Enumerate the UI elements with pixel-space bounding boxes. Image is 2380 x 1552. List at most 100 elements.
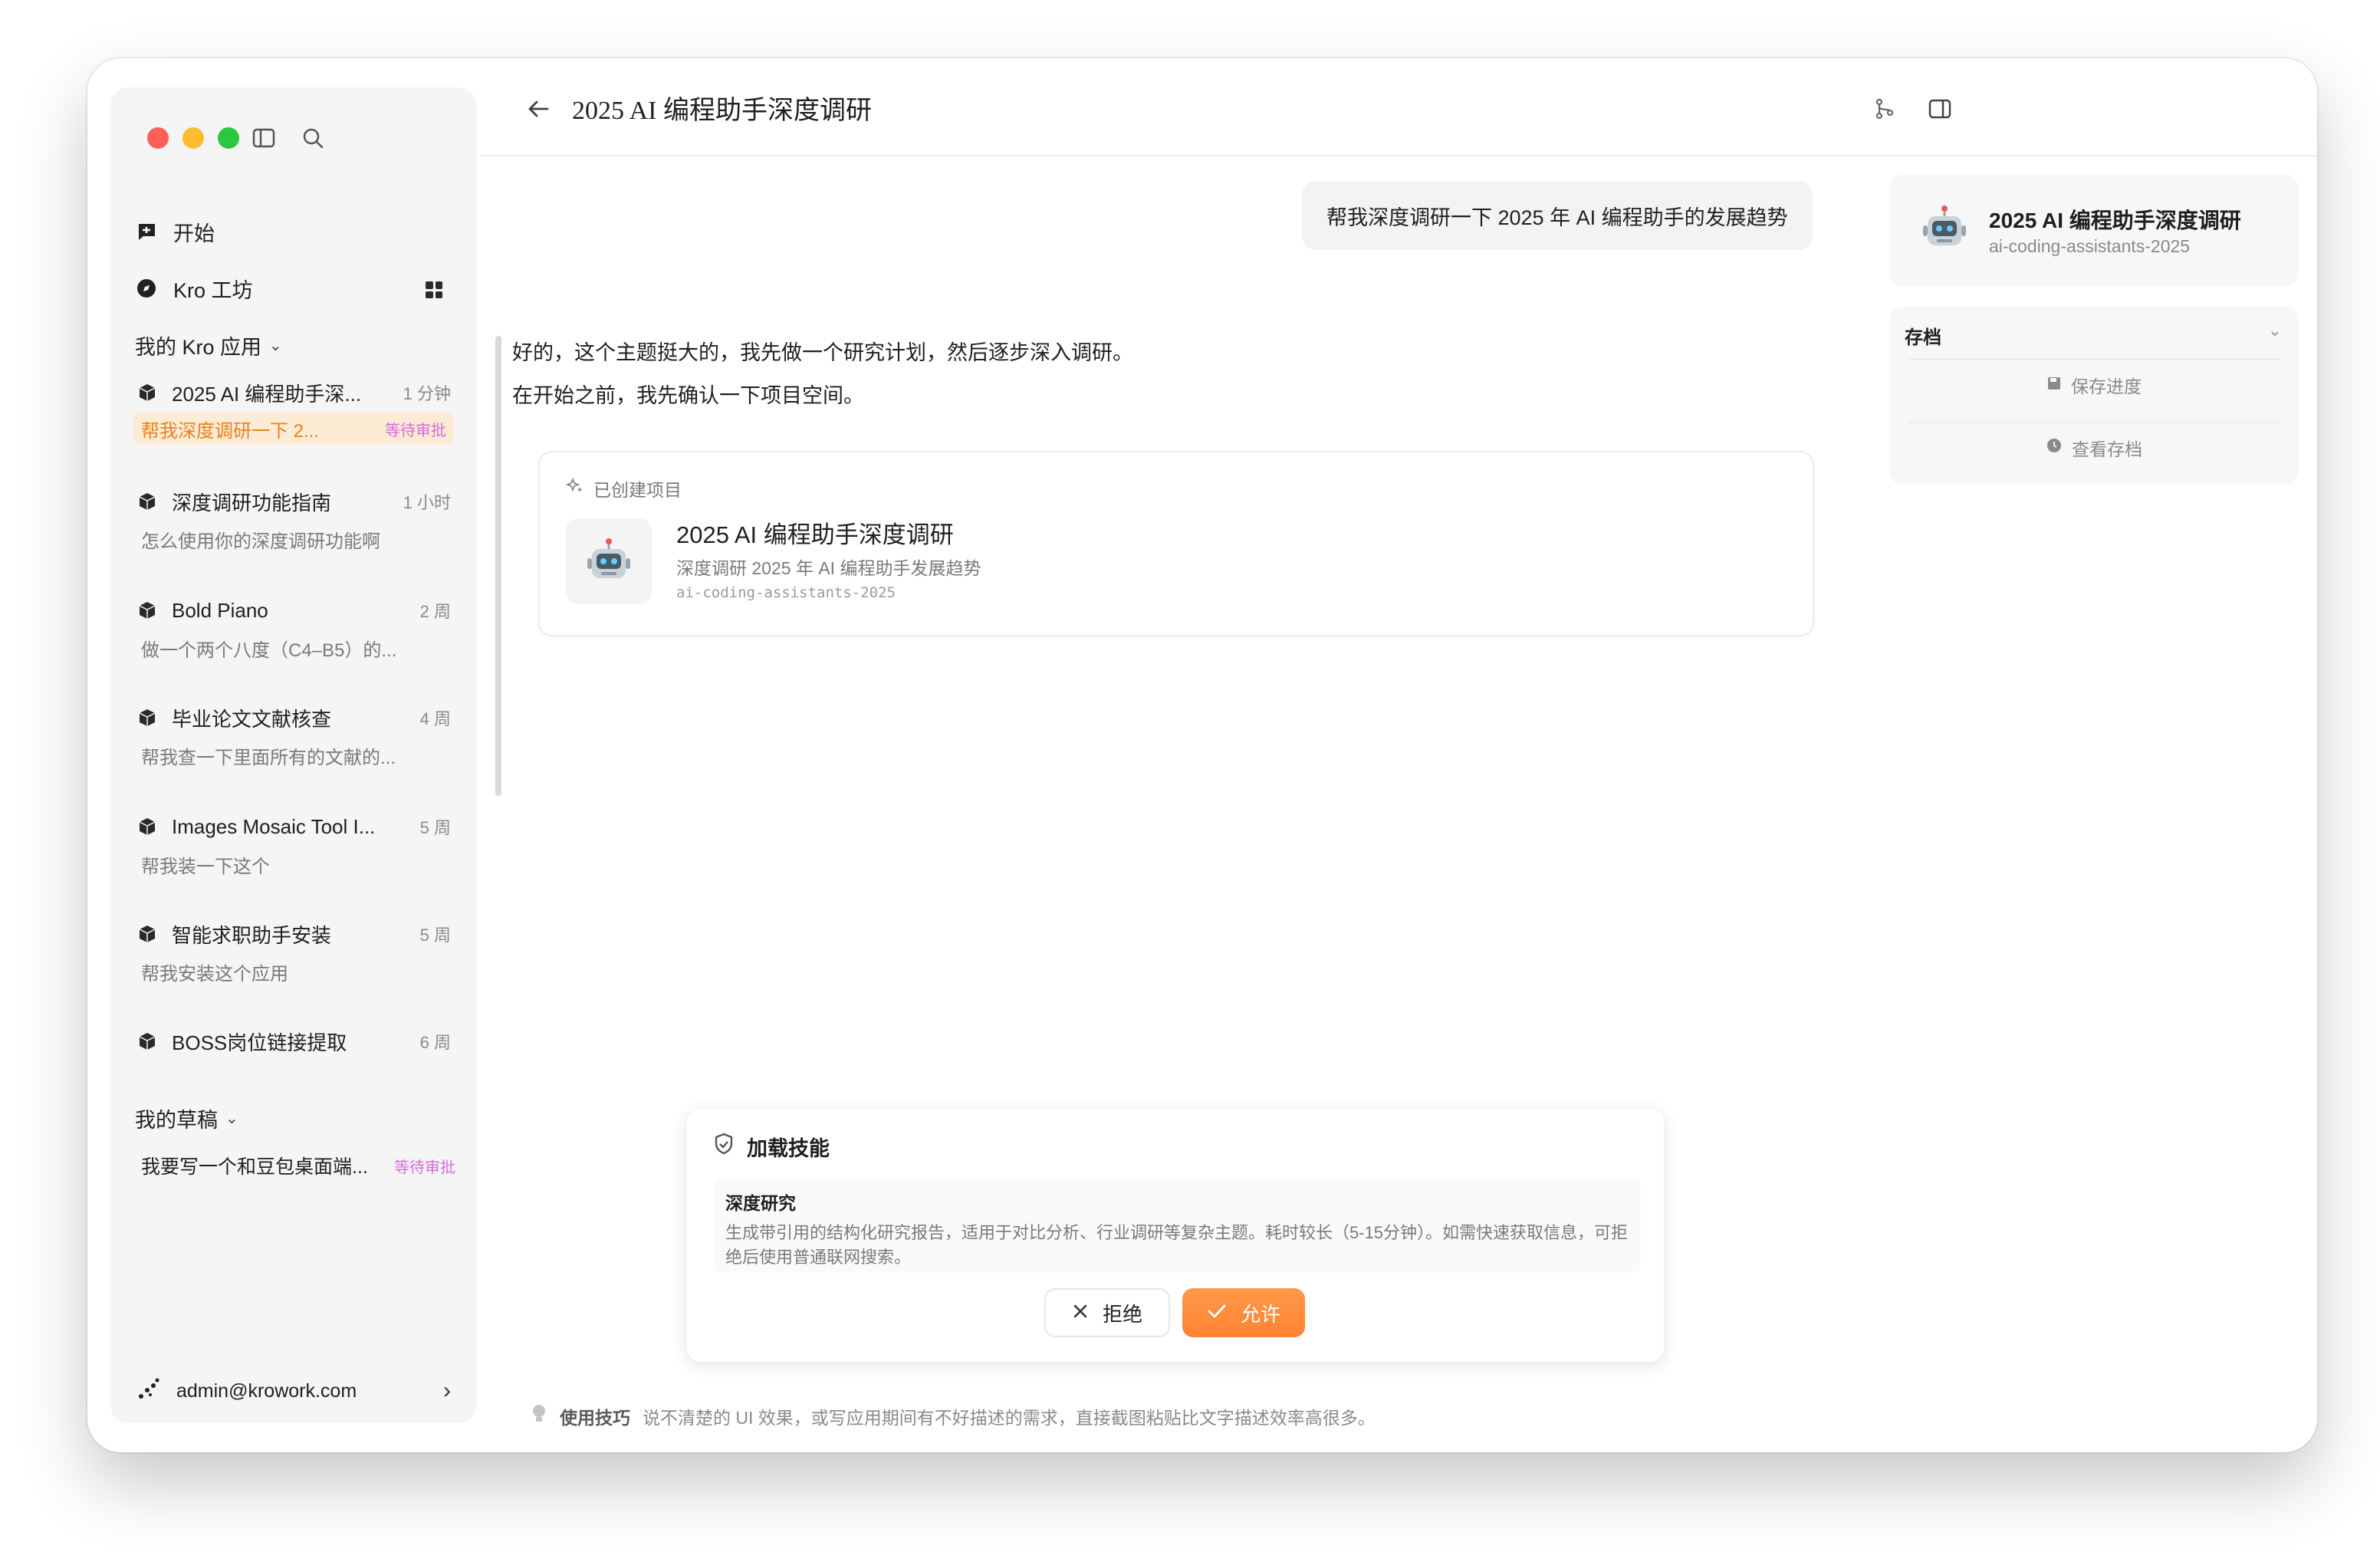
app-title: 深度调研功能指南 (172, 491, 332, 515)
app-subtitle: 怎么使用你的深度调研功能啊 (141, 531, 380, 552)
save-progress-label: 保存进度 (2071, 376, 2142, 396)
user-avatar-icon (136, 1376, 161, 1406)
minimize-window-button[interactable] (182, 127, 204, 149)
app-subtitle: 帮我查一下里面所有的文献的... (141, 748, 396, 768)
chevron-down-icon: ⌄ (225, 1110, 238, 1127)
cube-icon (136, 816, 158, 837)
nav-workshop[interactable]: Kro 工坊 (135, 270, 253, 307)
skill-description-box: 深度研究 生成带引用的结构化研究报告，适用于对比分析、行业调研等复杂主题。耗时较… (713, 1178, 1641, 1273)
app-title: BOSS岗位链接提取 (172, 1031, 347, 1054)
search-icon[interactable] (298, 123, 328, 153)
allow-button[interactable]: 允许 (1182, 1288, 1305, 1337)
project-card[interactable]: 已创建项目 2025 AI 编程助手深度调研 深度调研 2025 年 AI 编程… (538, 451, 1814, 636)
maximize-window-button[interactable] (218, 127, 239, 149)
app-time: 1 分钟 (403, 384, 451, 403)
skill-description: 生成带引用的结构化研究报告，适用于对比分析、行业调研等复杂主题。耗时较长（5-1… (725, 1223, 1629, 1267)
list-item[interactable]: 毕业论文文献核查 4 周 帮我查一下里面所有的文献的... (123, 701, 465, 785)
list-item[interactable]: 智能求职助手安装 5 周 帮我安装这个应用 (123, 917, 465, 1001)
back-arrow-icon[interactable] (523, 94, 554, 124)
app-subtitle: 帮我安装这个应用 (141, 964, 288, 985)
compass-icon (135, 277, 158, 300)
project-card-label: 已创建项目 (565, 475, 682, 501)
sidebar-toggle-icon[interactable] (248, 123, 279, 153)
allow-label: 允许 (1240, 1302, 1280, 1326)
list-item[interactable]: 深度调研功能指南 1 小时 怎么使用你的深度调研功能啊 (123, 485, 465, 569)
list-item[interactable]: 2025 AI 编程助手深... 1 分钟 帮我深度调研一下 2... 等待审批 (123, 376, 465, 460)
usage-tip: 使用技巧 说不清楚的 UI 效果，或写应用期间有不好描述的需求，直接截图粘贴比文… (531, 1403, 1376, 1429)
nav-start[interactable]: 开始 (135, 213, 215, 250)
sidebar-scrollbar[interactable] (495, 336, 501, 796)
project-slug: ai-coding-assistants-2025 (676, 584, 896, 601)
chevron-right-icon: › (443, 1378, 451, 1403)
app-subtitle-active: 帮我深度调研一下 2... 等待审批 (133, 413, 454, 445)
app-title: 毕业论文文献核查 (172, 707, 332, 731)
history-icon (2046, 437, 2063, 459)
app-time: 6 周 (419, 1033, 451, 1052)
cube-icon (136, 1031, 158, 1052)
user-account[interactable]: admin@krowork.com › (136, 1373, 451, 1409)
archive-title: 存档 (1905, 327, 1941, 348)
list-item[interactable]: BOSS岗位链接提取 6 周 (123, 1024, 465, 1063)
cube-icon (136, 923, 158, 945)
branch-icon[interactable] (1869, 94, 1900, 124)
skill-dialog-header: 加载技能 (713, 1132, 830, 1162)
project-label-text: 已创建项目 (593, 480, 682, 500)
load-skill-dialog: 加载技能 深度研究 生成带引用的结构化研究报告，适用于对比分析、行业调研等复杂主… (687, 1109, 1664, 1362)
app-window: 开始 Kro 工坊 我的 Kro 应用 ⌄ 2025 AI 编程助手深... 1… (87, 58, 2317, 1452)
skill-name: 深度研究 (725, 1193, 796, 1213)
grid-view-icon[interactable] (423, 279, 445, 301)
cube-icon (136, 600, 158, 621)
view-archive-label: 查看存档 (2072, 439, 2142, 459)
status-badge: 等待审批 (385, 422, 446, 439)
nav-workshop-label: Kro 工坊 (173, 278, 253, 302)
tip-text: 说不清楚的 UI 效果，或写应用期间有不好描述的需求，直接截图粘贴比文字描述效率… (643, 1408, 1376, 1428)
panel-toggle-icon[interactable] (1925, 94, 1955, 124)
status-badge: 等待审批 (394, 1159, 455, 1176)
robot-icon (566, 518, 652, 604)
chat-bubble-icon (135, 220, 158, 243)
tip-label: 使用技巧 (560, 1408, 630, 1428)
app-subtitle: 帮我装一下这个 (141, 857, 270, 877)
header: 2025 AI 编程助手深度调研 (480, 58, 2317, 156)
assistant-message-line: 好的，这个主题挺大的，我先做一个研究计划，然后逐步深入调研。 (512, 341, 1133, 364)
app-title: Bold Piano (172, 598, 268, 622)
app-title: 2025 AI 编程助手深... (172, 382, 362, 406)
user-message: 帮我深度调研一下 2025 年 AI 编程助手的发展趋势 (1302, 181, 1813, 250)
drafts-section-header[interactable]: 我的草稿 ⌄ (135, 1101, 238, 1135)
app-time: 2 周 (419, 602, 451, 621)
list-item[interactable]: Images Mosaic Tool I... 5 周 帮我装一下这个 (123, 810, 465, 894)
reject-label: 拒绝 (1102, 1302, 1142, 1326)
app-time: 5 周 (419, 818, 451, 837)
apps-section-title: 我的 Kro 应用 (135, 335, 262, 359)
draft-text: 我要写一个和豆包桌面端... (141, 1156, 368, 1178)
cube-icon (136, 491, 158, 512)
chevron-down-icon: ⌄ (269, 337, 282, 354)
skill-dialog-title: 加载技能 (747, 1137, 830, 1160)
nav-start-label: 开始 (173, 222, 215, 245)
save-progress-button[interactable]: 保存进度 (1908, 359, 2280, 409)
close-window-button[interactable] (147, 127, 169, 149)
app-subtitle: 帮我深度调研一下 2... (141, 420, 320, 442)
assistant-message-line: 在开始之前，我先确认一下项目空间。 (512, 384, 864, 407)
app-title: 智能求职助手安装 (172, 923, 332, 947)
drafts-section-title: 我的草稿 (135, 1108, 218, 1132)
reject-button[interactable]: 拒绝 (1044, 1288, 1170, 1337)
archive-panel: 存档 ⌄ 保存进度 查看存档 (1889, 307, 2299, 485)
save-icon (2046, 375, 2062, 396)
app-time: 1 小时 (403, 493, 451, 512)
cube-icon (136, 707, 158, 728)
robot-icon (1917, 201, 1972, 256)
draft-item[interactable]: 我要写一个和豆包桌面端... 等待审批 (141, 1149, 455, 1182)
apps-section-header[interactable]: 我的 Kro 应用 ⌄ (135, 328, 282, 362)
list-item[interactable]: Bold Piano 2 周 做一个两个八度（C4–B5）的... (123, 594, 465, 678)
close-icon (1072, 1301, 1089, 1325)
project-slug: ai-coding-assistants-2025 (1989, 236, 2191, 256)
app-subtitle: 做一个两个八度（C4–B5）的... (141, 640, 397, 661)
check-icon (1207, 1301, 1227, 1325)
project-description: 深度调研 2025 年 AI 编程助手发展趋势 (676, 558, 981, 578)
app-time: 4 周 (419, 709, 451, 728)
view-archive-button[interactable]: 查看存档 (1908, 422, 2280, 472)
chevron-down-icon[interactable]: ⌄ (2268, 321, 2282, 340)
cube-icon (136, 382, 158, 403)
lightbulb-icon (531, 1403, 547, 1429)
